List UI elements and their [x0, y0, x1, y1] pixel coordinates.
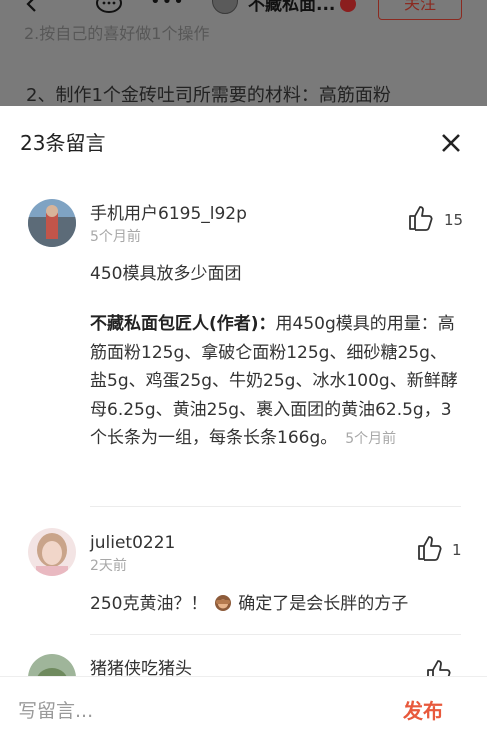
- comment-text: 250克黄油？！ 确定了是会长胖的方子: [90, 590, 462, 618]
- comment-author[interactable]: 手机用户6195_l92p: [90, 203, 247, 225]
- comment-text: 450模具放多少面团: [90, 264, 242, 284]
- chat-icon[interactable]: [94, 0, 124, 16]
- thumbs-up-icon[interactable]: [406, 204, 434, 232]
- like-count: 1: [452, 541, 462, 559]
- comment-author[interactable]: juliet0221: [90, 532, 175, 554]
- author-avatar[interactable]: [212, 0, 238, 14]
- see-no-evil-monkey-icon: [214, 595, 231, 611]
- comment-sheet: 23条留言 手机用户6195_l92p 5个月前 15 450模具放多少面团 不…: [0, 106, 487, 730]
- close-icon[interactable]: [440, 132, 462, 154]
- more-icon[interactable]: •••: [150, 0, 185, 11]
- divider: [90, 506, 461, 507]
- comment-input[interactable]: 写留言...: [18, 699, 93, 723]
- comment-time: 5个月前: [90, 229, 141, 245]
- divider: [90, 634, 461, 635]
- article-backdrop[interactable]: ••• 不藏私面... 关注 2.按自己的喜好做1个操作 2、制作1个金砖吐司所…: [0, 0, 487, 106]
- avatar[interactable]: [28, 528, 76, 576]
- badge-icon: [340, 0, 356, 12]
- back-icon[interactable]: [22, 0, 42, 14]
- publish-button[interactable]: 发布: [403, 698, 443, 724]
- comment-input-bar: 写留言... 发布: [0, 676, 487, 730]
- comment-text-part: 250克黄油？！: [90, 594, 208, 614]
- article-text: 2、制作1个金砖吐司所需要的材料：高筋面粉: [26, 85, 391, 106]
- reply-text: 用450g模具的用量：高筋面粉125g、拿破仑面粉125g、细砂糖25g、盐5g…: [90, 314, 458, 448]
- comment-text-part: 确定了是会长胖的方子: [238, 594, 409, 614]
- author-reply: 不藏私面包匠人(作者)：用450g模具的用量：高筋面粉125g、拿破仑面粉125…: [90, 310, 460, 454]
- article-text: 2.按自己的喜好做1个操作: [24, 24, 210, 43]
- reply-author[interactable]: 不藏私面包匠人(作者)：: [90, 314, 276, 334]
- like-count: 15: [444, 211, 464, 229]
- follow-button[interactable]: 关注: [378, 0, 462, 20]
- reply-time: 5个月前: [345, 431, 397, 447]
- comment-time: 2天前: [90, 558, 127, 574]
- avatar[interactable]: [28, 199, 76, 247]
- top-nav-bar: ••• 不藏私面... 关注: [0, 0, 487, 20]
- author-name[interactable]: 不藏私面...: [248, 0, 335, 16]
- thumbs-up-icon[interactable]: [415, 534, 443, 562]
- comment-count-title: 23条留言: [20, 131, 106, 155]
